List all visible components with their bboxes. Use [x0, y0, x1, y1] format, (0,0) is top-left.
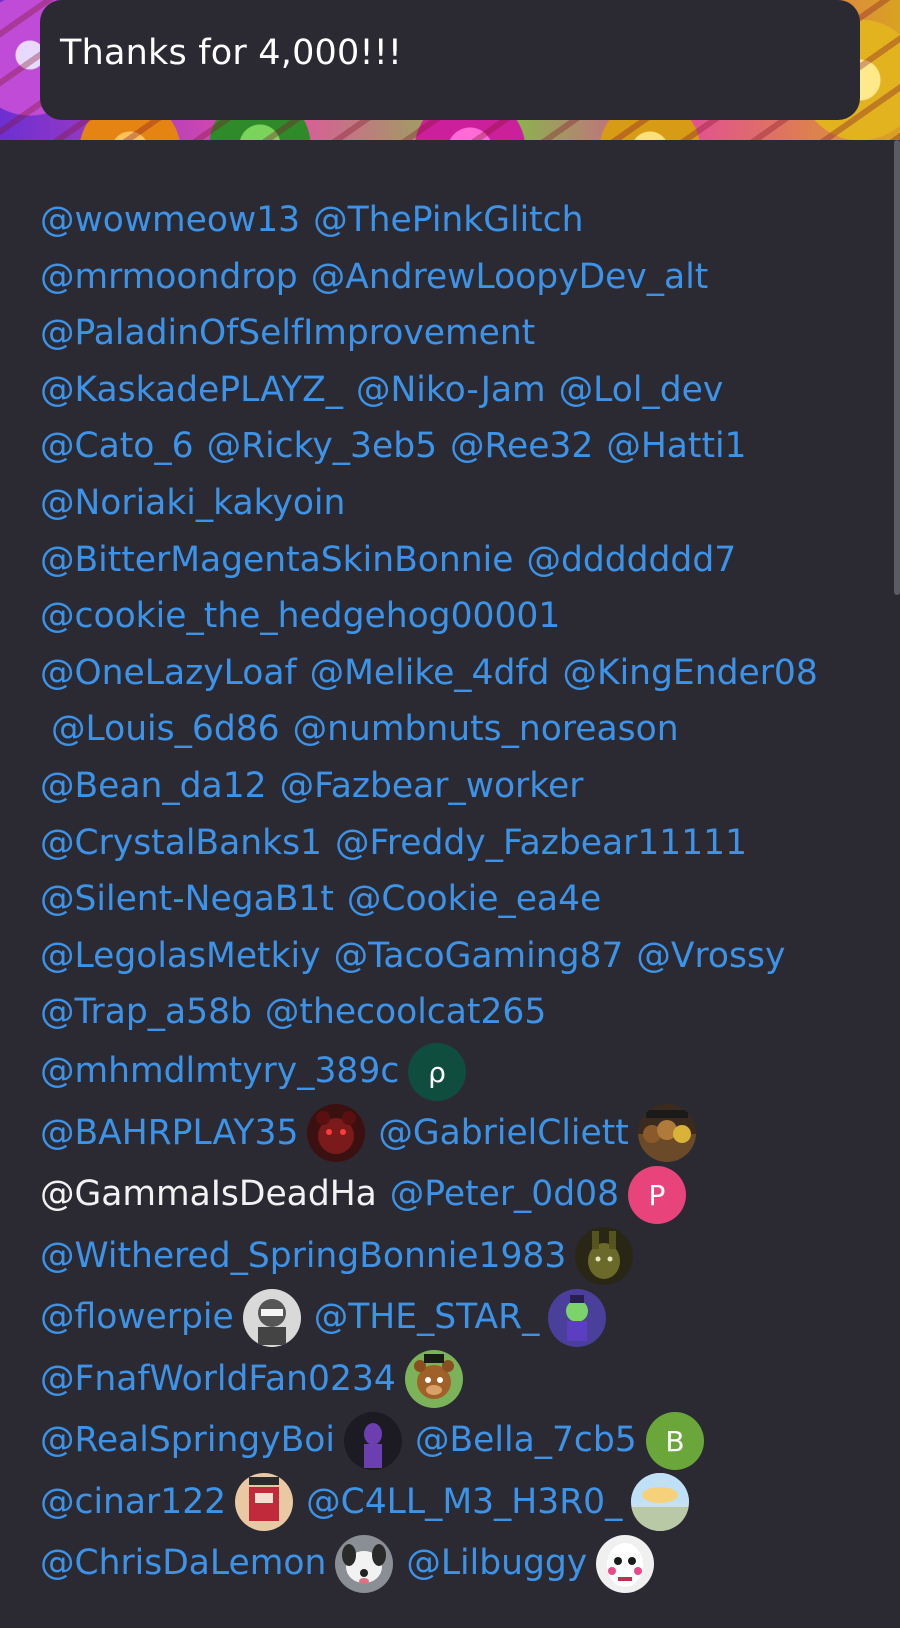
svg-text:ρ: ρ	[428, 1056, 446, 1089]
user-mention-link[interactable]: @GabrielCliett	[378, 1116, 628, 1151]
mention-line: @BitterMagentaSkinBonnie @ddddddd7	[40, 532, 880, 589]
mention-line: @LegolasMetkiy @TacoGaming87 @Vrossy	[40, 928, 880, 985]
user-mention-link[interactable]: @Louis_6d86	[40, 712, 280, 747]
purple-character-icon[interactable]	[548, 1288, 607, 1347]
mention-line: @Cato_6 @Ricky_3eb5 @Ree32 @Hatti1	[40, 418, 880, 475]
scrollbar[interactable]	[894, 140, 900, 595]
mention-line: @mhmdlmtyry_389c ρ	[40, 1041, 880, 1103]
user-mention-link[interactable]: @Cookie_ea4e	[347, 882, 601, 917]
mention-line: @OneLazyLoaf @Melike_4dfd @KingEnder08	[40, 645, 880, 702]
user-mention-link[interactable]: @THE_STAR_	[314, 1300, 540, 1335]
freddy-dark-icon[interactable]	[307, 1104, 366, 1163]
user-mention-link[interactable]: @ChrisDaLemon	[40, 1546, 326, 1581]
user-mention-link[interactable]: @Hatti1	[606, 429, 746, 464]
landscape-icon[interactable]	[631, 1473, 690, 1532]
mention-line: @wowmeow13 @ThePinkGlitch	[40, 192, 880, 249]
user-mention-link[interactable]: @numbnuts_noreason	[293, 712, 679, 747]
mention-line: @KaskadePLAYZ_ @Niko-Jam @Lol_dev	[40, 362, 880, 419]
user-mention-link[interactable]: @Vrossy	[636, 939, 785, 974]
user-mention-link[interactable]: @FnafWorldFan0234	[40, 1362, 396, 1397]
user-mention-link[interactable]: @Trap_a58b	[40, 995, 252, 1030]
mention-line: @Bean_da12 @Fazbear_worker	[40, 758, 880, 815]
user-mention-link[interactable]: @Fazbear_worker	[280, 769, 584, 804]
user-mention-link[interactable]: @LegolasMetkiy	[40, 939, 321, 974]
mention-line: @CrystalBanks1 @Freddy_Fazbear11111	[40, 815, 880, 872]
clown-mask-icon[interactable]	[596, 1534, 655, 1593]
user-mention-link[interactable]: @mrmoondrop	[40, 260, 298, 295]
user-mention-link[interactable]: @GammaIsDeadHa	[40, 1177, 377, 1212]
mention-line: @mrmoondrop @AndrewLoopyDev_alt	[40, 249, 880, 306]
user-mention-link[interactable]: @cookie_the_hedgehog00001	[40, 599, 560, 634]
user-mention-link[interactable]: @Ree32	[450, 429, 593, 464]
svg-text:P: P	[649, 1179, 666, 1212]
svg-text:B: B	[665, 1425, 684, 1458]
dog-icon[interactable]	[335, 1534, 394, 1593]
user-mention-link[interactable]: @AndrewLoopyDev_alt	[311, 260, 709, 295]
user-mention-link[interactable]: @Melike_4dfd	[310, 656, 550, 691]
mention-line: @Louis_6d86 @numbnuts_noreason	[40, 701, 880, 758]
user-mention-link[interactable]: @ddddddd7	[526, 543, 736, 578]
user-mention-link[interactable]: @C4LL_M3_H3R0_	[306, 1485, 622, 1520]
mention-line: @GammaIsDeadHa @Peter_0d08 P	[40, 1164, 880, 1226]
user-mention-link[interactable]: @Silent-NegaB1t	[40, 882, 334, 917]
purple-guy-icon[interactable]	[344, 1411, 402, 1470]
user-mention-link[interactable]: @KingEnder08	[562, 656, 817, 691]
mention-line: @Withered_SpringBonnie1983	[40, 1225, 880, 1287]
letter-avatar-icon[interactable]: P	[628, 1165, 687, 1224]
mention-line: @cinar122 @C4LL_M3_H3R0_	[40, 1471, 880, 1533]
user-mention-link[interactable]: @Noriaki_kakyoin	[40, 486, 345, 521]
user-mention-link[interactable]: @Withered_SpringBonnie1983	[40, 1239, 566, 1274]
user-mention-link[interactable]: @Peter_0d08	[390, 1177, 619, 1212]
post-title: Thanks for 4,000!!!	[60, 33, 403, 73]
pixel-character-icon[interactable]	[235, 1473, 294, 1532]
user-mention-link[interactable]: @ThePinkGlitch	[313, 203, 583, 238]
user-mention-link[interactable]: @Bella_7cb5	[415, 1423, 637, 1458]
mention-line: @Noriaki_kakyoin	[40, 475, 880, 532]
user-mention-link[interactable]: @thecoolcat265	[265, 995, 546, 1030]
user-mention-link[interactable]: @Lol_dev	[559, 373, 724, 408]
user-mention-link[interactable]: @Cato_6	[40, 429, 194, 464]
mention-line: @BAHRPLAY35 @GabrielCliett	[40, 1102, 880, 1164]
user-mention-link[interactable]: @flowerpie	[40, 1300, 234, 1335]
user-mention-link[interactable]: @BAHRPLAY35	[40, 1116, 298, 1151]
user-mention-link[interactable]: @Ricky_3eb5	[207, 429, 437, 464]
user-mention-link[interactable]: @Lilbuggy	[406, 1546, 587, 1581]
mention-line: @PaladinOfSelfImprovement	[40, 305, 880, 362]
springtrap-icon[interactable]	[575, 1227, 634, 1286]
user-mention-link[interactable]: @Freddy_Fazbear11111	[335, 826, 747, 861]
mention-line: @flowerpie @THE_STAR_	[40, 1287, 880, 1349]
fnaf-group-icon[interactable]	[637, 1104, 696, 1163]
user-mention-link[interactable]: @Niko-Jam	[356, 373, 546, 408]
user-mention-link[interactable]: @wowmeow13	[40, 203, 300, 238]
mention-line: @RealSpringyBoi @Bella_7cb5 B	[40, 1410, 880, 1472]
user-mention-link[interactable]: @cinar122	[40, 1485, 226, 1520]
user-mention-link[interactable]: @CrystalBanks1	[40, 826, 322, 861]
ninja-icon[interactable]	[242, 1288, 301, 1347]
mention-line: @Silent-NegaB1t @Cookie_ea4e	[40, 871, 880, 928]
post-title-card: Thanks for 4,000!!!	[40, 0, 860, 120]
user-mention-link[interactable]: @BitterMagentaSkinBonnie	[40, 543, 513, 578]
user-mention-link[interactable]: @mhmdlmtyry_389c	[40, 1054, 399, 1089]
user-mention-link[interactable]: @OneLazyLoaf	[40, 656, 297, 691]
user-mention-link[interactable]: @PaladinOfSelfImprovement	[40, 316, 535, 351]
mention-line: @cookie_the_hedgehog00001	[40, 588, 880, 645]
user-mention-link[interactable]: @RealSpringyBoi	[40, 1423, 335, 1458]
mention-list: @wowmeow13 @ThePinkGlitch @mrmoondrop @Andr…	[40, 192, 880, 1594]
mention-line: @FnafWorldFan0234	[40, 1348, 880, 1410]
mention-line: @Trap_a58b @thecoolcat265	[40, 984, 880, 1041]
letter-avatar-icon[interactable]: B	[645, 1411, 704, 1470]
freddy-icon[interactable]	[404, 1350, 463, 1409]
user-mention-link[interactable]: @Bean_da12	[40, 769, 267, 804]
mention-line: @ChrisDaLemon @Lilbuggy	[40, 1533, 880, 1595]
letter-avatar-icon[interactable]: ρ	[408, 1042, 467, 1101]
user-mention-link[interactable]: @KaskadePLAYZ_	[40, 373, 343, 408]
user-mention-link[interactable]: @TacoGaming87	[334, 939, 624, 974]
